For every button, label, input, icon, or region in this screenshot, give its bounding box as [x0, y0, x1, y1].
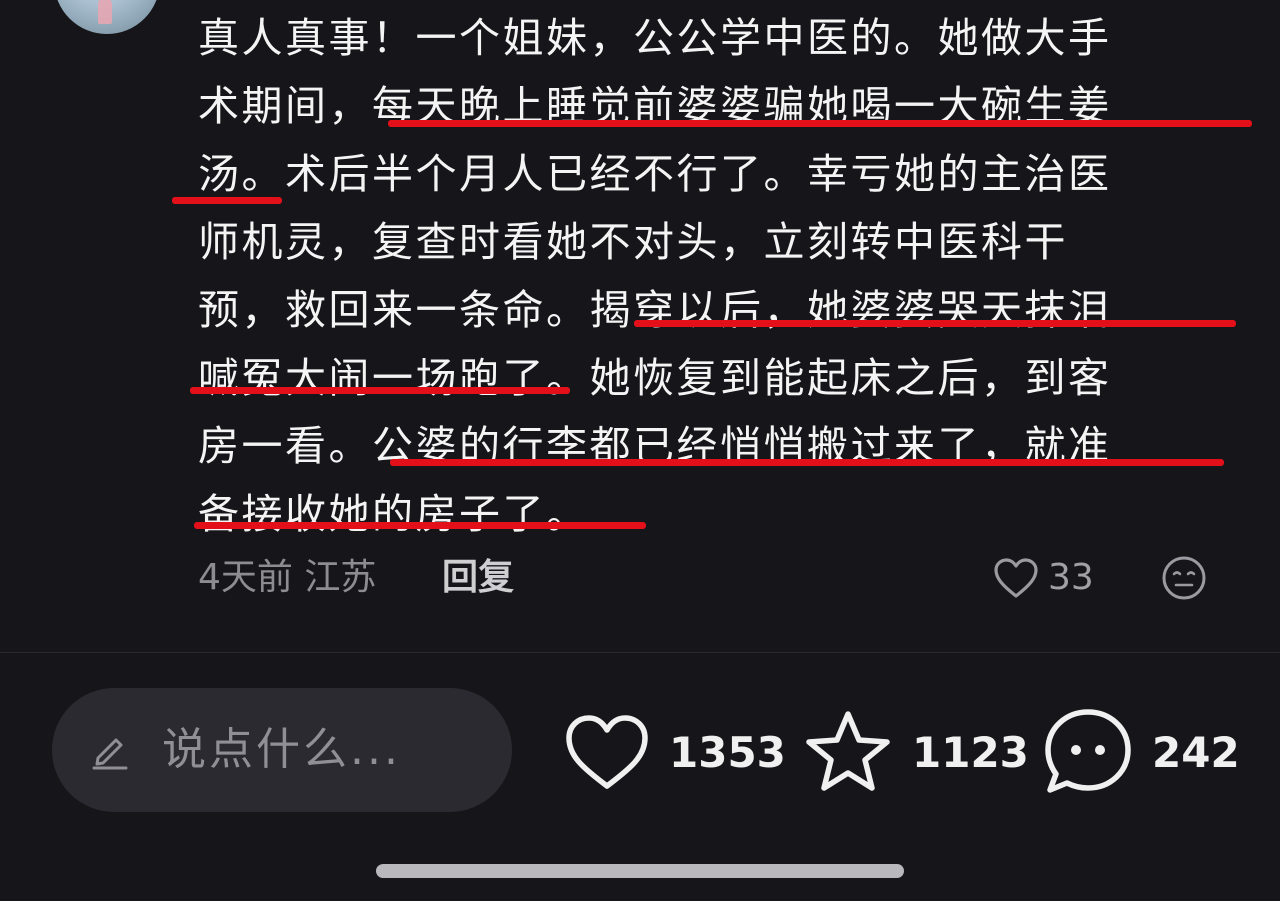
red-underline: [190, 387, 570, 394]
comment-input[interactable]: 说点什么...: [52, 688, 512, 812]
like-count: 1353: [669, 727, 786, 777]
line-text: 师机灵，复查时看她不对头，立刻转中医科干: [198, 218, 1068, 266]
favorite-button[interactable]: 1123: [802, 708, 1029, 796]
red-underline: [194, 522, 646, 529]
highlighted-text: 备接收她的房子了。: [198, 490, 590, 538]
red-underline: [388, 120, 1252, 127]
comment-line: 术期间，每天晚上睡觉前婆婆骗她喝一大碗生姜: [198, 72, 1248, 140]
comment-line: 喊冤大闹一场跑了。她恢复到能起床之后，到客: [198, 344, 1248, 412]
home-indicator[interactable]: [376, 864, 904, 878]
comment-count: 242: [1152, 727, 1240, 777]
comment-like-count: 33: [1048, 557, 1094, 598]
line-text: 术期间，: [198, 82, 372, 130]
comment-line: 预，救回来一条命。揭穿以后，她婆婆哭天抹泪: [198, 276, 1248, 344]
emoji-button[interactable]: [1160, 554, 1208, 617]
comment-line: 汤。术后半个月人已经不行了。幸亏她的主治医: [198, 140, 1248, 208]
avatar[interactable]: [54, 0, 160, 34]
line-text: 。术后半个月人已经不行了。幸亏她的主治医: [241, 150, 1112, 198]
pencil-icon: [88, 728, 132, 776]
comments-button[interactable]: 242: [1042, 708, 1240, 796]
comment-text: 真人真事！一个姐妹，公公学中医的。她做大手 术期间，每天晚上睡觉前婆婆骗她喝一大…: [198, 4, 1248, 548]
red-underline: [172, 197, 282, 204]
favorite-count: 1123: [912, 727, 1029, 777]
comment-like-button[interactable]: 33: [992, 552, 1094, 604]
star-icon: [806, 711, 890, 791]
heart-outline-icon: [994, 558, 1038, 598]
heart-icon: [566, 715, 648, 789]
screen: 真人真事！一个姐妹，公公学中医的。她做大手 术期间，每天晚上睡觉前婆婆骗她喝一大…: [0, 0, 1280, 901]
comment-line: 房一看。公婆的行李都已经悄悄搬过来了，就准: [198, 412, 1248, 480]
reply-button[interactable]: 回复: [442, 552, 514, 604]
emoji-icon: [1162, 556, 1206, 600]
line-text: 预，救回来一条命。: [198, 286, 590, 334]
line-text: 真人真事！一个姐妹，公公学中医的。她做大手: [198, 14, 1112, 62]
comment-meta: 4天前 江苏 回复 33: [198, 552, 1238, 604]
comment-line: 真人真事！一个姐妹，公公学中医的。她做大手: [198, 4, 1248, 72]
input-placeholder: 说点什么...: [162, 724, 401, 775]
line-text: 房一看。: [198, 422, 372, 470]
red-underline: [634, 320, 1236, 327]
comment-line: 备接收她的房子了。: [198, 480, 1248, 548]
divider: [0, 652, 1280, 653]
line-text: 。她恢复到能起床之后，到客: [546, 354, 1112, 402]
comment-time-location: 4天前 江苏: [198, 557, 377, 598]
like-button[interactable]: 1353: [563, 708, 786, 796]
highlighted-text: 喊冤大闹一场跑了: [198, 354, 546, 402]
red-underline: [390, 459, 1224, 466]
comment-line: 师机灵，复查时看她不对头，立刻转中医科干: [198, 208, 1248, 276]
highlighted-text: 汤: [198, 150, 242, 198]
speech-bubble-icon: [1045, 709, 1131, 793]
avatar-figure: [98, 0, 112, 24]
